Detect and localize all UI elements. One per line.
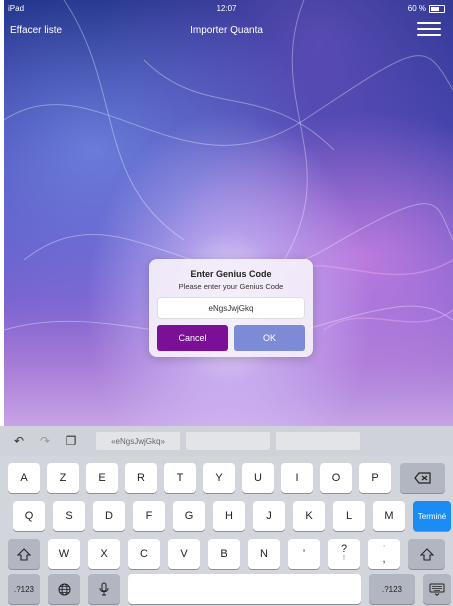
key-m[interactable]: M: [373, 501, 405, 531]
paste-icon[interactable]: ❐: [64, 435, 78, 447]
page-title: Importer Quanta: [190, 25, 263, 36]
key-a[interactable]: A: [8, 463, 40, 493]
hamburger-menu-icon[interactable]: [417, 20, 441, 38]
shift-icon: [419, 547, 434, 561]
key-question[interactable]: ? !: [328, 539, 360, 569]
shift-icon: [17, 547, 31, 561]
genius-code-input[interactable]: [157, 297, 305, 319]
key-e[interactable]: E: [86, 463, 118, 493]
key-comma-label: ,: [382, 553, 386, 565]
key-apostrophe[interactable]: ’: [288, 539, 320, 569]
globe-icon: [58, 583, 70, 595]
ok-button[interactable]: OK: [234, 325, 305, 351]
key-i[interactable]: I: [281, 463, 313, 493]
keyboard-hide-icon: [429, 583, 445, 596]
battery-indicator: 60 %: [408, 4, 445, 13]
battery-icon: [429, 4, 445, 13]
key-f[interactable]: F: [133, 501, 165, 531]
key-d[interactable]: D: [93, 501, 125, 531]
key-z[interactable]: Z: [47, 463, 79, 493]
microphone-icon: [99, 582, 109, 596]
key-k[interactable]: K: [293, 501, 325, 531]
key-j[interactable]: J: [253, 501, 285, 531]
dialog-message: Please enter your Genius Code: [178, 282, 284, 291]
globe-key[interactable]: [48, 574, 80, 604]
ipad-screen: iPad 12:07 60 % Effacer liste Importer Q…: [0, 0, 453, 606]
key-h[interactable]: H: [213, 501, 245, 531]
hide-keyboard-key[interactable]: [423, 574, 451, 604]
dialog-title: Enter Genius Code: [190, 269, 272, 279]
key-question-label: ?: [340, 543, 348, 555]
space-bar[interactable]: [128, 574, 361, 604]
status-bar: iPad 12:07 60 %: [8, 4, 445, 16]
dictation-key[interactable]: [88, 574, 120, 604]
genius-code-dialog: Enter Genius Code Please enter your Geni…: [149, 259, 313, 357]
key-w[interactable]: W: [48, 539, 80, 569]
wallpaper-swirls: [4, 0, 453, 340]
key-t[interactable]: T: [164, 463, 196, 493]
cancel-button[interactable]: Cancel: [157, 325, 228, 351]
key-r[interactable]: R: [125, 463, 157, 493]
numbers-key-right[interactable]: .?123: [369, 574, 415, 604]
suggestion-chip[interactable]: «eNgsJwjGkq»: [96, 432, 180, 450]
battery-text: 60 %: [407, 4, 426, 13]
shift-key-left[interactable]: [8, 539, 40, 569]
key-l[interactable]: L: [333, 501, 365, 531]
backspace-key[interactable]: [400, 463, 445, 493]
key-b[interactable]: B: [208, 539, 240, 569]
suggestion-chip-empty[interactable]: [186, 432, 270, 450]
key-c[interactable]: C: [128, 539, 160, 569]
clock: 12:07: [216, 4, 237, 13]
redo-icon[interactable]: ↷: [38, 435, 52, 447]
key-q[interactable]: Q: [13, 501, 45, 531]
key-y[interactable]: Y: [203, 463, 235, 493]
numbers-key-left[interactable]: .?123: [8, 574, 40, 604]
suggestion-chip-empty[interactable]: [276, 432, 360, 450]
key-o[interactable]: O: [320, 463, 352, 493]
key-comma[interactable]: ’ ,: [368, 539, 400, 569]
shift-key-right[interactable]: [408, 539, 445, 569]
undo-icon[interactable]: ↶: [12, 435, 26, 447]
key-p[interactable]: P: [359, 463, 391, 493]
wallpaper: [4, 0, 453, 426]
key-x[interactable]: X: [88, 539, 120, 569]
key-n[interactable]: N: [248, 539, 280, 569]
keyboard-suggestion-bar: ↶ ↷ ❐ «eNgsJwjGkq»: [0, 426, 453, 456]
key-g[interactable]: G: [173, 501, 205, 531]
key-s[interactable]: S: [53, 501, 85, 531]
key-u[interactable]: U: [242, 463, 274, 493]
backspace-icon: [413, 472, 431, 484]
keyboard: ↶ ↷ ❐ «eNgsJwjGkq» A Z E R T Y U I O P Q…: [0, 426, 453, 606]
key-v[interactable]: V: [168, 539, 200, 569]
key-question-alt: !: [343, 555, 345, 562]
done-key[interactable]: Terminé: [413, 501, 451, 531]
